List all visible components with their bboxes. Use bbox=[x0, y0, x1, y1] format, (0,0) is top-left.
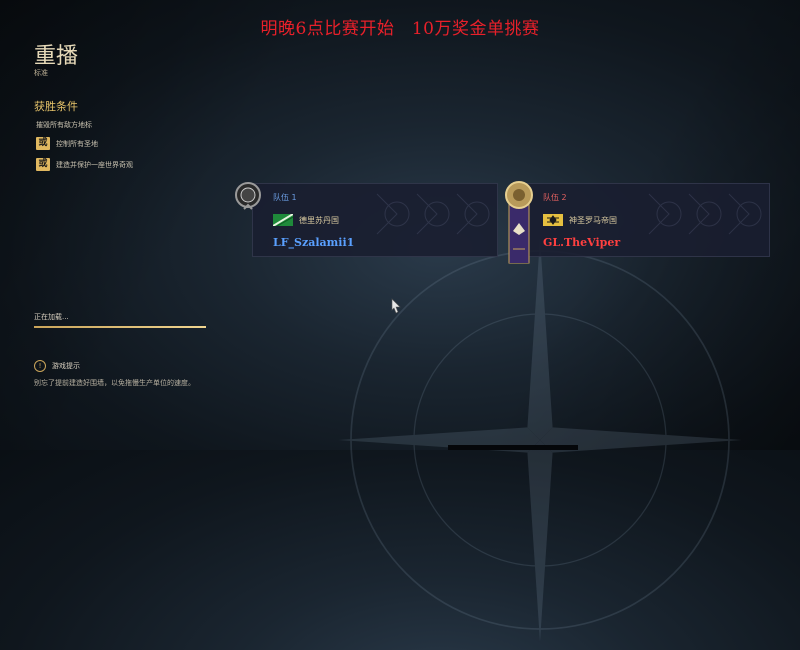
holy-roman-empire-flag-icon bbox=[543, 214, 563, 226]
victory-condition: 或 建造并保护一座世界奇观 bbox=[36, 158, 133, 171]
or-badge: 或 bbox=[36, 137, 50, 150]
compass-rose-decoration bbox=[338, 238, 742, 642]
team-2-banner-emblem-icon bbox=[505, 181, 533, 264]
condition-text: 建造并保护一座世界奇观 bbox=[56, 160, 133, 169]
page-title: 重播 bbox=[34, 44, 79, 69]
player-name: LF_Szalamii1 bbox=[273, 236, 355, 249]
team-label: 队伍 1 bbox=[273, 193, 297, 202]
or-badge: 或 bbox=[36, 158, 50, 171]
civ-name: 神圣罗马帝国 bbox=[569, 215, 617, 225]
civ-row: 神圣罗马帝国 bbox=[543, 214, 617, 226]
loading-progress-bar bbox=[34, 326, 206, 328]
team-1-rank-emblem-icon bbox=[235, 182, 261, 210]
victory-condition: 或 控制所有圣地 bbox=[36, 137, 98, 150]
victory-condition: 摧毁所有敌方地标 bbox=[36, 120, 92, 130]
info-icon: ! bbox=[34, 360, 46, 372]
victory-conditions-title: 获胜条件 bbox=[34, 100, 78, 113]
civ-row: 德里苏丹国 bbox=[273, 214, 339, 226]
loading-label: 正在加载... bbox=[34, 313, 69, 321]
team-label: 队伍 2 bbox=[543, 193, 567, 202]
condition-text: 控制所有圣地 bbox=[56, 139, 98, 148]
condition-text: 摧毁所有敌方地标 bbox=[36, 121, 92, 129]
card-pattern-decoration bbox=[376, 193, 490, 235]
game-tip-text: 别忘了提前建造好围墙，以免拖慢生产单位的速度。 bbox=[34, 379, 195, 387]
game-tip-title: 游戏提示 bbox=[52, 362, 80, 370]
loading-progress-fill bbox=[34, 326, 206, 328]
game-tip-header: ! 游戏提示 bbox=[34, 360, 80, 372]
team-card-2: 队伍 2 神圣罗马帝国 GL.TheViper bbox=[522, 183, 770, 257]
delhi-sultanate-flag-icon bbox=[273, 214, 293, 226]
game-mode-label: 标准 bbox=[34, 69, 48, 77]
card-pattern-decoration bbox=[648, 193, 762, 235]
bottom-bar bbox=[448, 445, 578, 450]
mouse-cursor-icon bbox=[391, 298, 401, 314]
player-name: GL.TheViper bbox=[543, 236, 621, 249]
team-card-1: 队伍 1 德里苏丹国 LF_Szalamii1 bbox=[252, 183, 498, 257]
civ-name: 德里苏丹国 bbox=[299, 215, 339, 225]
tournament-banner: 明晚6点比赛开始 10万奖金单挑赛 bbox=[260, 19, 540, 39]
